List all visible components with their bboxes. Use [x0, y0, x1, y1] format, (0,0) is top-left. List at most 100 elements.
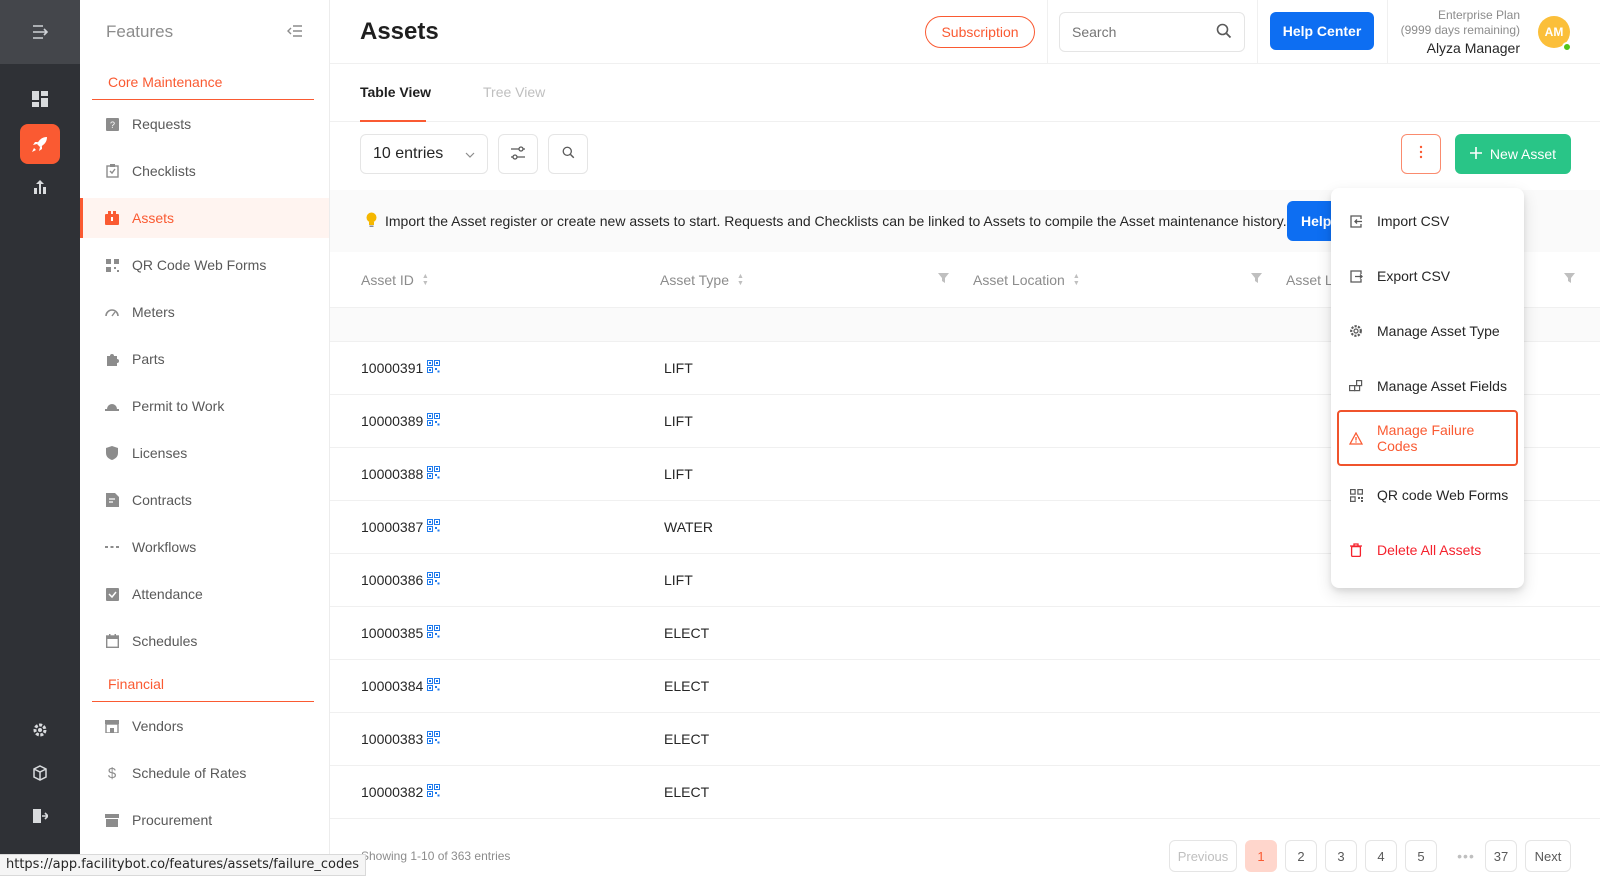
dashboard-icon[interactable] [20, 79, 60, 119]
search-box[interactable] [1059, 12, 1245, 52]
menu-qr-code-web-forms[interactable]: QR code Web Forms [1337, 471, 1518, 519]
qr-code-icon[interactable] [427, 678, 441, 694]
filter-icon[interactable] [1251, 272, 1262, 286]
filter-settings-button[interactable] [498, 134, 538, 174]
asset-type-cell: ELECT [664, 731, 710, 747]
procurement-icon [104, 812, 120, 828]
sidebar-item-assets[interactable]: Assets [80, 198, 329, 238]
rocket-icon[interactable] [20, 124, 60, 164]
tab-table-view[interactable]: Table View [360, 84, 431, 100]
qr-code-icon[interactable] [427, 784, 441, 800]
sidebar-item-vendors[interactable]: Vendors [80, 706, 329, 746]
cube-icon[interactable] [20, 753, 60, 793]
sidebar-item-label: Parts [132, 351, 165, 367]
entries-select[interactable]: 10 entries [360, 134, 488, 174]
table-row[interactable]: 10000384 ELECT [330, 660, 1600, 713]
contract-icon [104, 492, 120, 508]
page-2-button[interactable]: 2 [1285, 840, 1317, 872]
reports-icon[interactable] [20, 167, 60, 207]
next-page-button[interactable]: Next [1525, 840, 1571, 872]
sidebar-item-schedules[interactable]: Schedules [80, 621, 329, 661]
sidebar-item-licenses[interactable]: Licenses [80, 433, 329, 473]
calendar-icon [104, 633, 120, 649]
subscription-button[interactable]: Subscription [925, 16, 1035, 48]
qr-code-icon[interactable] [427, 625, 441, 641]
menu-delete-all-assets[interactable]: Delete All Assets [1337, 526, 1518, 574]
qr-code-icon[interactable] [427, 572, 441, 588]
sidebar-item-label: Procurement [132, 812, 213, 828]
collapse-sidebar-icon[interactable] [287, 22, 303, 42]
qr-icon [104, 257, 120, 273]
page-3-button[interactable]: 3 [1325, 840, 1357, 872]
previous-page-button[interactable]: Previous [1169, 840, 1237, 872]
menu-import-csv[interactable]: Import CSV [1337, 197, 1518, 245]
qr-code-icon[interactable] [427, 413, 441, 429]
menu-manage-failure-codes[interactable]: Manage Failure Codes [1337, 410, 1518, 466]
table-row[interactable]: 10000385 ELECT [330, 607, 1600, 660]
asset-id[interactable]: 10000389 [361, 413, 423, 429]
top-header: Assets Subscription Help Center Enterpri… [330, 0, 1600, 64]
qr-code-icon[interactable] [427, 731, 441, 747]
asset-id-cell: 10000389 [361, 413, 441, 429]
filter-icon[interactable] [1564, 272, 1575, 286]
menu-manage-asset-type[interactable]: Manage Asset Type [1337, 307, 1518, 355]
more-options-button[interactable] [1401, 134, 1441, 174]
settings-gear-icon[interactable] [20, 710, 60, 750]
column-asset-type[interactable]: Asset Type ▲ ▼ [660, 272, 744, 288]
page-5-button[interactable]: 5 [1405, 840, 1437, 872]
user-name[interactable]: Alyza Manager [1401, 41, 1520, 56]
new-asset-button[interactable]: New Asset [1455, 134, 1571, 174]
sidebar-item-procurement[interactable]: Procurement [80, 800, 329, 840]
gear-icon [1349, 324, 1363, 338]
sidebar-item-permit-to-work[interactable]: Permit to Work [80, 386, 329, 426]
sort-icon[interactable]: ▲ ▼ [422, 273, 429, 287]
sidebar-item-label: Attendance [132, 586, 203, 602]
help-center-button[interactable]: Help Center [1270, 12, 1374, 50]
table-search-button[interactable] [548, 134, 588, 174]
column-asset-id[interactable]: Asset ID ▲ ▼ [361, 272, 429, 288]
asset-id[interactable]: 10000391 [361, 360, 423, 376]
menu-manage-asset-fields[interactable]: Manage Asset Fields [1337, 362, 1518, 410]
search-icon[interactable] [1216, 23, 1232, 42]
page-4-button[interactable]: 4 [1365, 840, 1397, 872]
gauge-icon [104, 304, 120, 320]
pagination-ellipsis[interactable]: ••• [1452, 840, 1480, 872]
qr-code-icon[interactable] [427, 360, 441, 376]
asset-id[interactable]: 10000386 [361, 572, 423, 588]
asset-id[interactable]: 10000388 [361, 466, 423, 482]
menu-export-csv[interactable]: Export CSV [1337, 252, 1518, 300]
asset-id[interactable]: 10000383 [361, 731, 423, 747]
page-1-button[interactable]: 1 [1245, 840, 1277, 872]
sidebar-item-attendance[interactable]: Attendance [80, 574, 329, 614]
attendance-check-icon [104, 586, 120, 602]
asset-id[interactable]: 10000385 [361, 625, 423, 641]
filter-icon[interactable] [938, 272, 949, 286]
sidebar-item-schedule-of-rates[interactable]: $ Schedule of Rates [80, 753, 329, 793]
sort-icon[interactable]: ▲ ▼ [737, 273, 744, 287]
asset-id-cell: 10000383 [361, 731, 441, 747]
qr-code-icon[interactable] [427, 466, 441, 482]
sort-icon[interactable]: ▲ ▼ [1073, 273, 1080, 287]
logout-icon[interactable] [20, 796, 60, 836]
column-asset-location[interactable]: Asset Location ▲ ▼ [973, 272, 1080, 288]
table-row[interactable]: 10000382 ELECT [330, 766, 1600, 819]
expand-menu-icon[interactable] [0, 0, 80, 64]
table-row[interactable]: 10000383 ELECT [330, 713, 1600, 766]
asset-id[interactable]: 10000387 [361, 519, 423, 535]
qr-code-icon[interactable] [427, 519, 441, 535]
search-input[interactable] [1072, 24, 1202, 40]
sidebar-item-qr-code-web-forms[interactable]: QR Code Web Forms [80, 245, 329, 285]
sidebar-item-checklists[interactable]: Checklists [80, 151, 329, 191]
tab-tree-view[interactable]: Tree View [483, 84, 545, 100]
sidebar-item-parts[interactable]: Parts [80, 339, 329, 379]
showing-entries: Showing 1-10 of 363 entries [361, 849, 511, 863]
sidebar-item-contracts[interactable]: Contracts [80, 480, 329, 520]
sidebar-item-meters[interactable]: Meters [80, 292, 329, 332]
asset-id[interactable]: 10000382 [361, 784, 423, 800]
column-asset-level[interactable]: Asset L [1286, 272, 1333, 288]
asset-id[interactable]: 10000384 [361, 678, 423, 694]
asset-type-cell: LIFT [664, 572, 693, 588]
sidebar-item-requests[interactable]: ? Requests [80, 104, 329, 144]
page-37-button[interactable]: 37 [1485, 840, 1517, 872]
sidebar-item-workflows[interactable]: Workflows [80, 527, 329, 567]
